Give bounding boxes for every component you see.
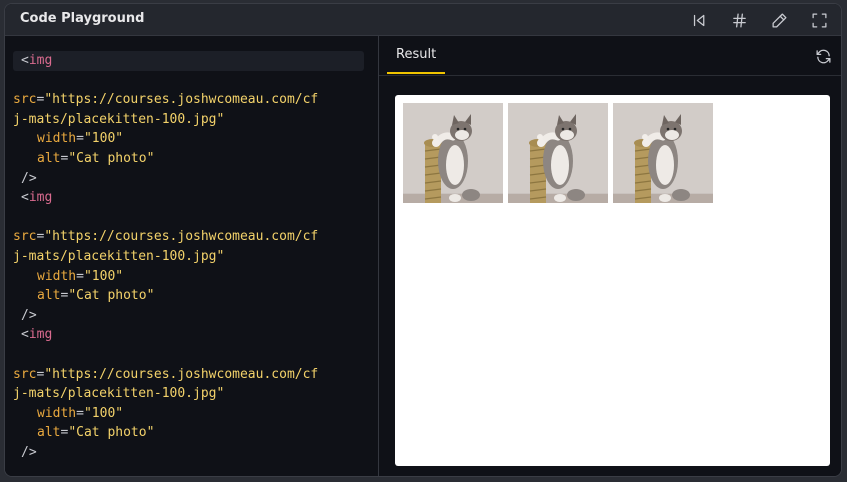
code-value-continuation: j-mats/placekitten-100.jpg" (13, 386, 225, 402)
code-value: "https://courses.joshwcomeau.com/cf (44, 229, 319, 245)
code-value-continuation: j-mats/placekitten-100.jpg" (13, 111, 225, 127)
code-close-tag: /> (21, 307, 37, 323)
code-value: "100" (83, 131, 124, 147)
code-line[interactable]: alt="Cat photo" (13, 423, 364, 443)
hash-icon (732, 12, 746, 28)
reset-icon (693, 14, 704, 26)
cat-images (403, 103, 713, 203)
toolbar (687, 8, 831, 32)
code-line[interactable]: /> (13, 306, 364, 326)
code-attribute: src (13, 366, 37, 382)
code-line[interactable]: src="https://courses.joshwcomeau.com/cf (13, 227, 364, 247)
code-line[interactable]: j-mats/placekitten-100.jpg" (13, 384, 364, 404)
code-line[interactable]: src="https://courses.joshwcomeau.com/cf (13, 365, 364, 385)
fullscreen-button[interactable] (807, 8, 831, 32)
code-line[interactable] (13, 345, 364, 365)
code-value: "Cat photo" (68, 288, 155, 304)
preview-tabs: Result (379, 36, 841, 76)
code-line[interactable] (13, 71, 364, 91)
code-editor[interactable]: <img src="https://courses.joshwcomeau.com… (5, 36, 379, 476)
code-line[interactable]: <img (13, 325, 364, 345)
cat-photo (508, 103, 608, 203)
preview-pane: Result (379, 36, 841, 476)
code-angle-bracket: < (21, 53, 29, 68)
refresh-icon (815, 49, 831, 63)
code-value-continuation: j-mats/placekitten-100.jpg" (13, 248, 225, 264)
code-line[interactable]: width="100" (13, 129, 364, 149)
code-line[interactable]: <img (13, 188, 364, 208)
playground-title: Code Playground (20, 11, 145, 26)
code-line[interactable]: j-mats/placekitten-100.jpg" (13, 247, 364, 267)
code-line[interactable]: src="https://courses.joshwcomeau.com/cf (13, 90, 364, 110)
code-line[interactable]: width="100" (13, 267, 364, 287)
fullscreen-icon (811, 12, 827, 28)
code-line[interactable]: /> (13, 169, 364, 189)
code-angle-bracket: < (21, 190, 29, 206)
edit-button[interactable] (767, 8, 791, 32)
code-attribute: alt (37, 150, 61, 166)
code-line[interactable]: /> (13, 443, 364, 463)
reset-button[interactable] (687, 8, 711, 32)
cat-photo (613, 103, 713, 203)
code-angle-bracket: < (21, 327, 29, 343)
code-attribute: width (37, 268, 77, 284)
code-line[interactable] (13, 208, 364, 228)
code-attribute: src (13, 92, 37, 108)
code-value: "https://courses.joshwcomeau.com/cf (44, 366, 319, 382)
code-tag: img (28, 327, 53, 343)
code-value: "100" (83, 405, 124, 421)
code-attribute: width (37, 131, 77, 147)
code-value: "Cat photo" (68, 425, 155, 441)
code-attribute: alt (37, 425, 61, 441)
code-line[interactable]: <img (13, 51, 364, 71)
tab-result[interactable]: Result (387, 36, 446, 74)
code-equals: = (76, 268, 84, 284)
code-close-tag: /> (21, 170, 37, 186)
code-equals: = (76, 131, 84, 147)
code-content[interactable]: <img src="https://courses.joshwcomeau.com… (13, 51, 364, 462)
result-area (395, 95, 830, 466)
code-close-tag: /> (21, 444, 37, 460)
code-attribute: alt (37, 288, 61, 304)
code-tag: img (28, 190, 53, 206)
hash-button[interactable] (727, 8, 751, 32)
code-attribute: width (37, 405, 77, 421)
code-equals: = (76, 405, 84, 421)
title-bar: Code Playground (5, 4, 841, 36)
code-line[interactable]: alt="Cat photo" (13, 286, 364, 306)
code-attribute: src (13, 229, 37, 245)
code-line[interactable]: alt="Cat photo" (13, 149, 364, 169)
code-value: "100" (83, 268, 124, 284)
code-line[interactable]: width="100" (13, 404, 364, 424)
code-value: "Cat photo" (68, 150, 155, 166)
cat-photo (403, 103, 503, 203)
pencil-icon (771, 12, 787, 28)
code-value: "https://courses.joshwcomeau.com/cf (44, 92, 319, 108)
refresh-button[interactable] (811, 44, 835, 68)
code-line[interactable]: j-mats/placekitten-100.jpg" (13, 110, 364, 130)
code-playground-window: Code Playground <img src="https://courses… (4, 3, 842, 477)
code-tag: img (28, 53, 53, 68)
